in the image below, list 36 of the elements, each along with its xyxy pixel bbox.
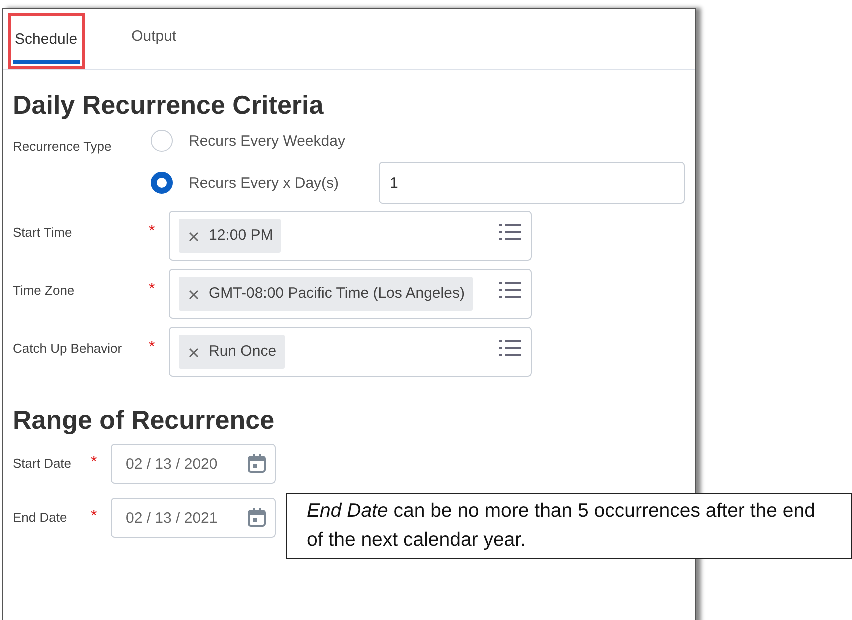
select-field[interactable]: 12:00 PM xyxy=(169,211,532,261)
field-label: Start Time xyxy=(13,224,74,240)
required-mark: * xyxy=(91,453,98,472)
selected-chip[interactable]: GMT-08:00 Pacific Time (Los Angeles) xyxy=(179,277,473,311)
tab[interactable]: Schedule xyxy=(13,16,80,64)
required-mark: * xyxy=(149,280,156,299)
date-field[interactable]: 02 / 13 / 2021 xyxy=(111,498,276,538)
list-icon[interactable] xyxy=(499,339,521,357)
field-label: Recurrence Type xyxy=(13,139,113,154)
field-label: Time Zone xyxy=(13,282,76,298)
input-field[interactable]: 1 xyxy=(379,162,685,204)
required-mark: * xyxy=(149,222,156,241)
required-mark: * xyxy=(149,338,156,357)
section-heading: Daily Recurrence Criteria xyxy=(13,90,325,121)
section-heading: Range of Recurrence xyxy=(13,405,276,436)
selected-chip[interactable]: 12:00 PM xyxy=(179,219,282,253)
remove-icon[interactable] xyxy=(189,348,199,358)
field-label: Catch Up Behavior xyxy=(13,340,124,356)
calendar-icon[interactable] xyxy=(247,508,267,528)
callout-text: End Date can be no more than 5 occurrences after the end of the next calendar year. xyxy=(307,500,816,551)
list-icon[interactable] xyxy=(499,223,521,241)
radio-label[interactable]: Recurs Every x Day(s) xyxy=(189,174,379,192)
remove-icon[interactable] xyxy=(189,290,199,300)
tab[interactable]: Output xyxy=(130,13,179,61)
required-mark: * xyxy=(91,507,98,526)
remove-icon[interactable] xyxy=(189,232,199,242)
field-label: End Date xyxy=(13,509,68,525)
list-icon[interactable] xyxy=(499,281,521,299)
selected-chip[interactable]: Run Once xyxy=(179,335,285,369)
calendar-icon[interactable] xyxy=(247,454,267,474)
field-label: Start Date xyxy=(13,455,73,471)
radio-label[interactable]: Recurs Every Weekday xyxy=(189,132,379,150)
select-field[interactable]: Run Once xyxy=(169,327,532,377)
radio-button[interactable] xyxy=(151,172,173,194)
select-field[interactable]: GMT-08:00 Pacific Time (Los Angeles) xyxy=(169,269,532,319)
date-field[interactable]: 02 / 13 / 2020 xyxy=(111,444,276,484)
